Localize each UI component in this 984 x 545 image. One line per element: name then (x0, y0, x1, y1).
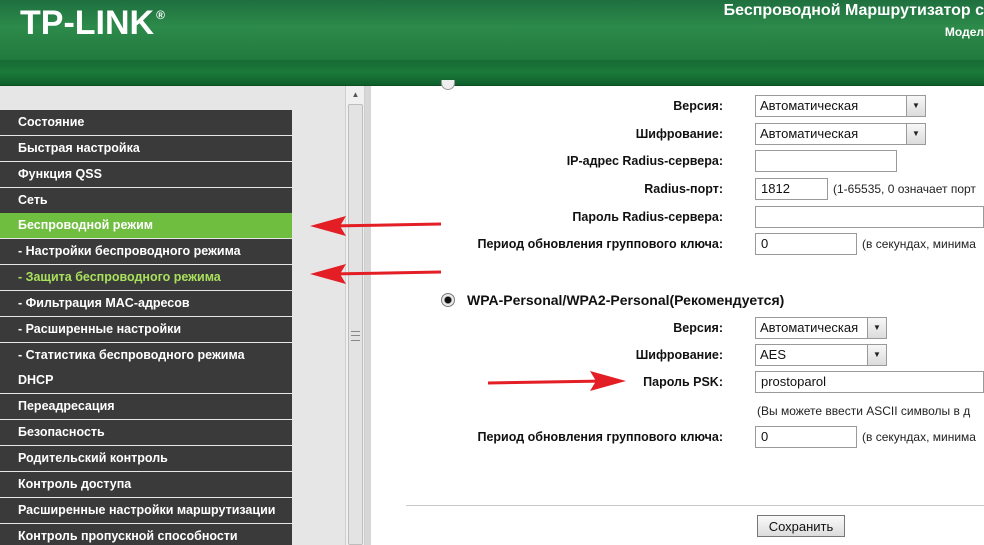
sidebar-item[interactable]: Расширенные настройки маршрутизации (0, 497, 292, 523)
personal-group-key-label: Период обновления группового ключа: (477, 430, 723, 444)
psk-password-label: Пароль PSK: (643, 375, 723, 389)
radius-port-hint: (1-65535, 0 означает порт (833, 182, 976, 196)
sidebar-item[interactable]: - Статистика беспроводного режима (0, 342, 292, 368)
sidebar-item[interactable]: Родительский контроль (0, 445, 292, 471)
wireless-security-panel: Версия: Автоматическая ▼ Шифрование: Авт… (371, 80, 984, 545)
psk-hint: (Вы можете ввести ASCII символы в д (757, 404, 971, 418)
logo-text: TP-LINK (20, 4, 155, 42)
router-model: Модел (944, 25, 984, 39)
personal-version-value: Автоматическая (760, 320, 859, 335)
chevron-down-icon[interactable]: ▼ (867, 318, 886, 338)
wpa-personal-title: WPA-Personal/WPA2-Personal(Рекомендуется… (467, 292, 785, 308)
sidebar-item[interactable]: Переадресация (0, 394, 292, 420)
sidebar-item[interactable]: Контроль доступа (0, 471, 292, 497)
wpa-personal-radio[interactable] (441, 293, 455, 307)
sidebar-item[interactable]: - Защита беспроводного режима (0, 265, 292, 291)
sidebar-scrollbar[interactable]: ▲ (345, 86, 365, 545)
radius-password-row: Пароль Radius-сервера: (371, 206, 984, 230)
chevron-down-icon[interactable]: ▼ (867, 345, 886, 365)
chevron-down-icon[interactable]: ▼ (906, 124, 925, 144)
scroll-thumb[interactable] (348, 104, 363, 545)
psk-password-row: Пароль PSK: prostoparol (371, 371, 984, 395)
personal-version-label: Версия: (673, 321, 723, 335)
enterprise-version-select[interactable]: Автоматическая ▼ (755, 95, 926, 117)
personal-version-select[interactable]: Автоматическая ▼ (755, 317, 887, 339)
personal-encryption-value: AES (760, 347, 787, 362)
radius-ip-label: IP-адрес Radius-сервера: (566, 154, 723, 168)
sidebar-item[interactable]: - Фильтрация MAC-адресов (0, 290, 292, 316)
section-divider (406, 505, 984, 506)
sidebar-item[interactable]: Функция QSS (0, 161, 292, 187)
sidebar-item[interactable]: Безопасность (0, 420, 292, 446)
enterprise-group-key-hint: (в секундах, минима (862, 237, 976, 251)
personal-encryption-select[interactable]: AES ▼ (755, 344, 887, 366)
enterprise-encryption-label: Шифрование: (635, 127, 723, 141)
radius-ip-row: IP-адрес Radius-сервера: (371, 150, 984, 174)
tp-link-logo: TP-LINK ® (20, 4, 165, 43)
sidebar-item[interactable]: Состояние (0, 110, 292, 135)
sidebar-item[interactable]: Быстрая настройка (0, 135, 292, 161)
sidebar-item[interactable]: Беспроводной режим (0, 213, 292, 239)
enterprise-encryption-row: Шифрование: Автоматическая ▼ (371, 123, 984, 147)
personal-group-key-hint: (в секундах, минима (862, 430, 976, 444)
save-button[interactable]: Сохранить (757, 515, 845, 537)
sidebar-item[interactable]: Сеть (0, 187, 292, 213)
scroll-up-arrow-icon[interactable]: ▲ (348, 88, 363, 102)
radius-password-input[interactable] (755, 206, 984, 228)
sidebar-item[interactable]: - Расширенные настройки (0, 316, 292, 342)
radius-password-label: Пароль Radius-сервера: (572, 210, 723, 224)
header-bar: TP-LINK ® Беспроводной Маршрутизатор с Мо… (0, 0, 984, 60)
enterprise-group-key-input[interactable]: 0 (755, 233, 857, 255)
sidebar-item[interactable]: DHCP (0, 368, 292, 394)
chevron-down-icon[interactable]: ▼ (906, 96, 925, 116)
wpa-enterprise-radio[interactable] (441, 80, 455, 90)
psk-hint-row: (Вы можете ввести ASCII символы в д (371, 400, 984, 424)
enterprise-encryption-select[interactable]: Автоматическая ▼ (755, 123, 926, 145)
enterprise-version-row: Версия: Автоматическая ▼ (371, 95, 984, 119)
personal-group-key-row: Период обновления группового ключа: 0 (в… (371, 426, 984, 450)
radius-ip-input[interactable] (755, 150, 897, 172)
personal-version-row: Версия: Автоматическая ▼ (371, 317, 984, 341)
sidebar: Состояние Быстрая настройка Функция QSS Сет… (0, 86, 345, 545)
psk-password-input[interactable]: prostoparol (755, 371, 984, 393)
radius-port-label: Radius-порт: (644, 182, 723, 196)
enterprise-encryption-value: Автоматическая (760, 126, 859, 141)
enterprise-group-key-label: Период обновления группового ключа: (477, 237, 723, 251)
logo-registered-mark: ® (156, 8, 165, 22)
enterprise-group-key-row: Период обновления группового ключа: 0 (в… (371, 233, 984, 257)
router-title: Беспроводной Маршрутизатор с (723, 2, 984, 19)
radius-port-input[interactable]: 1812 (755, 178, 828, 200)
personal-encryption-row: Шифрование: AES ▼ (371, 344, 984, 368)
sidebar-item[interactable]: - Настройки беспроводного режима (0, 239, 292, 265)
scroll-grip-icon (351, 331, 360, 341)
enterprise-version-value: Автоматическая (760, 98, 859, 113)
personal-encryption-label: Шифрование: (635, 348, 723, 362)
enterprise-version-label: Версия: (673, 99, 723, 113)
personal-group-key-input[interactable]: 0 (755, 426, 857, 448)
header-band (0, 60, 984, 86)
sidebar-menu: Состояние Быстрая настройка Функция QSS Сет… (0, 110, 292, 545)
sidebar-item[interactable]: Контроль пропускной способности (0, 523, 292, 545)
radius-port-row: Radius-порт: 1812 (1-65535, 0 означает п… (371, 178, 984, 202)
